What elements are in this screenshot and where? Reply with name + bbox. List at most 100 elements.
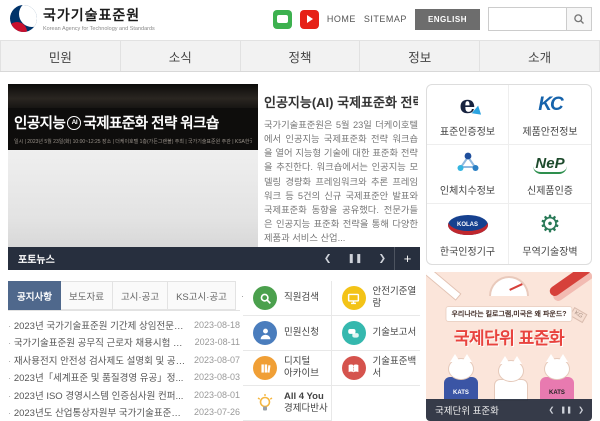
nav-item-info[interactable]: 정보 bbox=[360, 41, 480, 71]
header-utilities: HOME SITEMAP ENGLISH bbox=[273, 7, 592, 31]
quicklink-label: All 4 You경제다반사 bbox=[284, 391, 328, 415]
monitor-icon bbox=[347, 292, 360, 305]
notice-date: 2023-08-01 bbox=[194, 390, 240, 400]
notice-date: 2023-08-18 bbox=[194, 320, 240, 330]
quicklink-civil-petition[interactable]: 민원신청 bbox=[243, 316, 332, 351]
gauge-decor-icon bbox=[489, 276, 529, 296]
pencil-decor bbox=[426, 272, 462, 301]
photo-title-prefix: 인공지능 bbox=[14, 112, 65, 133]
quicklink-standards-whitepaper[interactable]: 기술표준백서 bbox=[332, 351, 421, 386]
service-label: 표준인증정보 bbox=[440, 123, 495, 138]
quicklink-staff-search[interactable]: 직원검색 bbox=[243, 281, 332, 316]
promo-prev-button[interactable]: ❮ bbox=[546, 406, 558, 414]
archive-icon bbox=[259, 362, 272, 375]
tab-ks-gosi[interactable]: KS고시·공고 bbox=[168, 281, 236, 310]
ai-badge-icon: AI bbox=[67, 116, 81, 130]
sitemap-link[interactable]: SITEMAP bbox=[364, 14, 407, 24]
sns-chat-icon[interactable] bbox=[273, 10, 292, 29]
quicklink-label: 민원신청 bbox=[284, 327, 319, 339]
tbt-gear-icon: ⚙ bbox=[539, 213, 561, 237]
main-nav: 민원 소식 정책 정보 소개 bbox=[0, 40, 600, 72]
search-input[interactable] bbox=[488, 7, 566, 31]
board-tabs: 공지사항 보도자료 고시·공고 KS고시·공고 + bbox=[8, 281, 240, 311]
article-title[interactable]: 인공지능(AI) 국제표준화 전략 ⋯ bbox=[264, 92, 418, 111]
service-label: 무역기술장벽 bbox=[522, 243, 577, 258]
notice-row[interactable]: 2023년 ISO 경영시스템 인증심사원 컨퍼... 2023-08-01 bbox=[8, 386, 240, 404]
youtube-icon[interactable] bbox=[300, 10, 319, 29]
promo-next-button[interactable]: ❯ bbox=[575, 406, 592, 414]
photonews-more-button[interactable]: + bbox=[394, 247, 420, 270]
e-standard-icon: e bbox=[460, 92, 476, 117]
notice-date: 2023-08-07 bbox=[194, 355, 240, 365]
chat-bubbles-icon bbox=[347, 327, 360, 340]
dumbbell-decor-icon bbox=[548, 272, 592, 298]
service-standard-cert-info[interactable]: e 표준인증정보 bbox=[427, 85, 509, 145]
notice-row[interactable]: 2023년도 산업통상자원부 국가기술표준원 기... 2023-07-26 bbox=[8, 404, 240, 421]
service-label: 제품안전정보 bbox=[522, 123, 577, 138]
cat-characters: KATS KATS bbox=[426, 343, 592, 399]
notice-row[interactable]: 2023년「세계표준 및 품질경영 유공」정... 2023-08-03 bbox=[8, 369, 240, 387]
home-link[interactable]: HOME bbox=[327, 14, 356, 24]
notice-title: 2023년「세계표준 및 품질경영 유공」정... bbox=[8, 370, 188, 384]
quicklink-safety-standards[interactable]: 안전기준열람 bbox=[332, 281, 421, 316]
quicklink-all4you[interactable]: All 4 You경제다반사 bbox=[243, 386, 332, 421]
quicklink-label: 기술표준백서 bbox=[373, 356, 421, 380]
site-logo[interactable]: 국가기술표준원 Korean Agency for Technology and… bbox=[10, 5, 155, 32]
photonews-pause-button[interactable]: ❚❚ bbox=[339, 253, 370, 264]
nav-item-about[interactable]: 소개 bbox=[480, 41, 600, 71]
service-tbt[interactable]: ⚙ 무역기술장벽 bbox=[509, 204, 591, 264]
service-product-safety-info[interactable]: KC 제품안전정보 bbox=[509, 85, 591, 145]
tab-notice[interactable]: 공지사항 bbox=[8, 281, 61, 310]
lightbulb-icon bbox=[255, 393, 275, 413]
notice-row[interactable]: 국가기술표준원 공무직 근로자 채용시험 재공고 2023-08-11 bbox=[8, 334, 240, 352]
notice-row[interactable]: 2023년 국가기술표준원 기간제 상임전문위원... 2023-08-18 bbox=[8, 316, 240, 334]
book-icon bbox=[347, 362, 360, 375]
staff-search-icon bbox=[259, 292, 272, 305]
article-body: 국가기술표준원은 5월 23일 더케이호텔에서 인공지능 국제표준화 전략 워크… bbox=[264, 118, 418, 245]
quicklink-digital-archive[interactable]: 디지털아카이브 bbox=[243, 351, 332, 386]
nav-item-news[interactable]: 소식 bbox=[121, 41, 241, 71]
search-box bbox=[488, 7, 592, 31]
quicklink-label: 안전기준열람 bbox=[373, 286, 421, 310]
kats-homepage: 국가기술표준원 Korean Agency for Technology and… bbox=[0, 0, 600, 421]
photonews-next-button[interactable]: ❯ bbox=[370, 253, 394, 264]
tab-gosi[interactable]: 고시·공고 bbox=[113, 281, 168, 310]
photo-news-image[interactable]: 인공지능 AI 국제표준화 전략 워크숍 일시 | 2023년 5월 23일(화… bbox=[8, 84, 258, 247]
notice-title: 2023년 ISO 경영시스템 인증심사원 컨퍼... bbox=[8, 388, 188, 402]
cat-character-blue: KATS bbox=[444, 358, 478, 399]
promo-pause-button[interactable]: ❚❚ bbox=[557, 406, 575, 414]
quicklink-label: 직원검색 bbox=[284, 292, 319, 304]
service-new-product-cert[interactable]: NeP 신제품인증 bbox=[509, 145, 591, 205]
photo-banner-title: 인공지능 AI 국제표준화 전략 워크숍 bbox=[14, 112, 252, 133]
notice-date: 2023-08-03 bbox=[194, 372, 240, 382]
english-button[interactable]: ENGLISH bbox=[415, 9, 480, 30]
notice-date: 2023-08-11 bbox=[195, 337, 240, 347]
tab-press[interactable]: 보도자료 bbox=[61, 281, 113, 310]
service-body-size-info[interactable]: 인체치수정보 bbox=[427, 145, 509, 205]
photo-banner-meta: 일시 | 2023년 5월 23일(화) 10:00~12:25 장소 | 더케… bbox=[14, 138, 252, 145]
service-label: 신제품인증 bbox=[527, 182, 573, 197]
photo-title-suffix: 국제표준화 전략 워크숍 bbox=[83, 112, 218, 133]
promo-banner[interactable]: KG 우리나라는 킬로그램,미국은 왜 파운드? 국제단위 표준화 KATS K… bbox=[426, 272, 592, 421]
promo-caption-bar: 국제단위 표준화 ❮ ❚❚ ❯ bbox=[426, 399, 592, 421]
quicklink-empty-cell bbox=[332, 386, 421, 421]
photo-news-article: 인공지능(AI) 국제표준화 전략 ⋯ 국가기술표준원은 5월 23일 더케이호… bbox=[262, 84, 420, 247]
quicklink-tech-report[interactable]: 기술보고서 bbox=[332, 316, 421, 351]
search-button[interactable] bbox=[566, 7, 592, 31]
site-title: 국가기술표준원 bbox=[43, 5, 155, 25]
photo-ceiling-decor bbox=[8, 84, 258, 108]
nav-item-minwon[interactable]: 민원 bbox=[0, 41, 121, 71]
notice-row[interactable]: 재사용전지 안전성 검사제도 설명회 및 공청회... 2023-08-07 bbox=[8, 351, 240, 369]
kc-mark-icon: KC bbox=[538, 94, 561, 116]
service-kolas[interactable]: KOLAS 한국인정기구 bbox=[427, 204, 509, 264]
related-services: e 표준인증정보 KC 제품안전정보 인체치수정보 NeP 신제품인증 bbox=[426, 84, 592, 265]
nav-item-policy[interactable]: 정책 bbox=[241, 41, 361, 71]
notice-title: 국가기술표준원 공무직 근로자 채용시험 재공고 bbox=[8, 335, 189, 349]
promo-badge-text: 우리나라는 킬로그램,미국은 왜 파운드? bbox=[445, 306, 572, 322]
photo-screen-area bbox=[8, 150, 258, 247]
body-size-icon bbox=[455, 151, 481, 177]
quicklink-label: 디지털아카이브 bbox=[284, 356, 319, 380]
header: 국가기술표준원 Korean Agency for Technology and… bbox=[0, 0, 600, 39]
service-label: 인체치수정보 bbox=[440, 182, 495, 197]
photonews-prev-button[interactable]: ❮ bbox=[316, 253, 340, 264]
